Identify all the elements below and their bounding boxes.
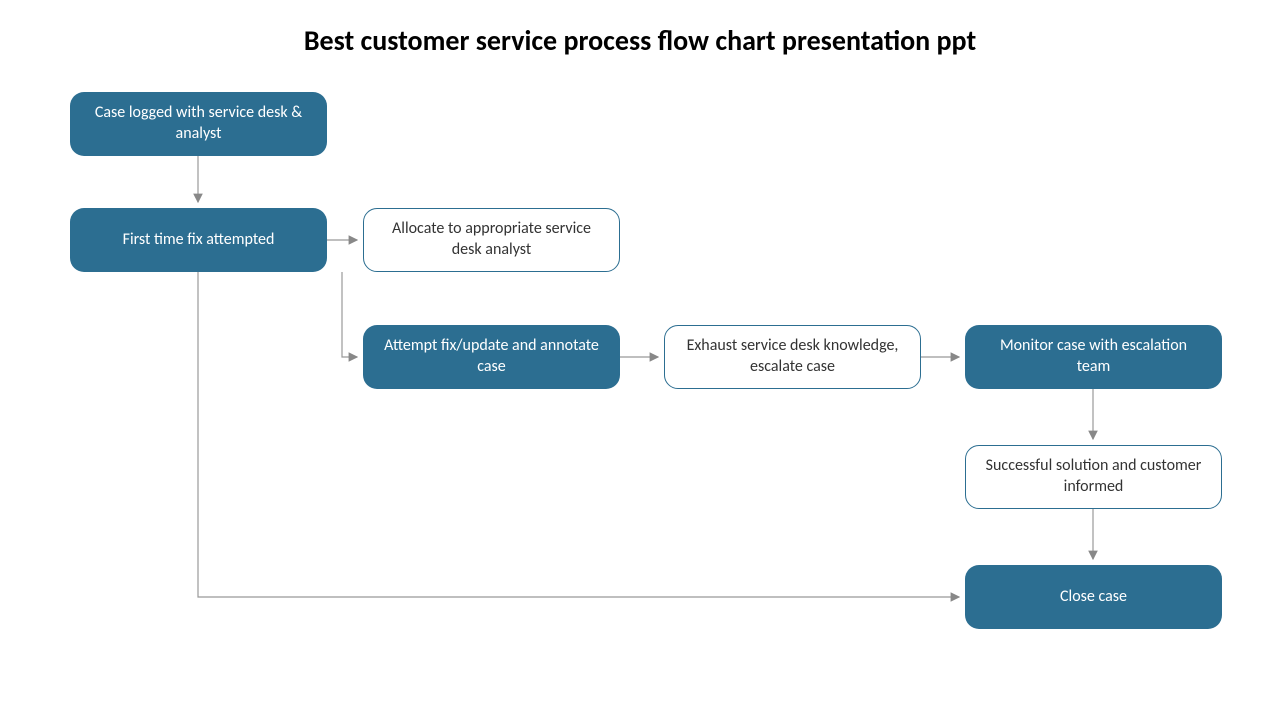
flow-node-n4: Attempt fix/update and annotate case [363,325,620,389]
slide-title: Best customer service process flow chart… [0,23,1280,58]
flow-node-n7: Successful solution and customer informe… [965,445,1222,509]
flow-node-label: Allocate to appropriate service desk ana… [382,219,601,261]
flow-node-n3: Allocate to appropriate service desk ana… [363,208,620,272]
flow-node-n5: Exhaust service desk knowledge, escalate… [664,325,921,389]
flow-node-n6: Monitor case with escalation team [965,325,1222,389]
flow-node-label: Successful solution and customer informe… [984,456,1203,498]
flow-node-label: Exhaust service desk knowledge, escalate… [683,336,902,378]
flow-node-n2: First time fix attempted [70,208,327,272]
flow-node-label: Attempt fix/update and annotate case [381,336,602,378]
flow-node-n1: Case logged with service desk & analyst [70,92,327,156]
flow-node-label: Monitor case with escalation team [983,336,1204,378]
arrow-a8 [198,272,959,597]
arrow-a3 [342,272,357,357]
flow-node-n8: Close case [965,565,1222,629]
flow-node-label: First time fix attempted [123,230,275,251]
flow-node-label: Close case [1060,587,1127,608]
flow-node-label: Case logged with service desk & analyst [88,103,309,145]
